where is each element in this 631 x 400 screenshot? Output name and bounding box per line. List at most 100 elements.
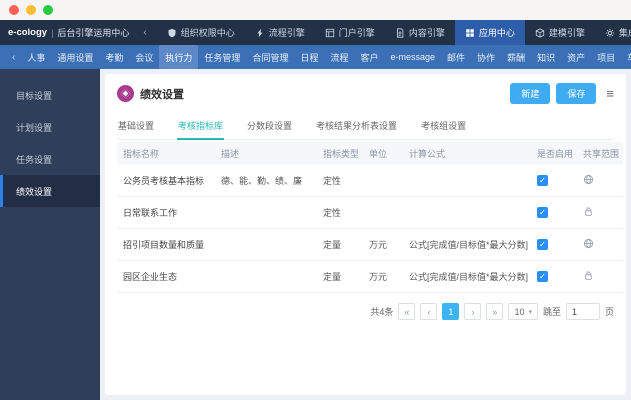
- module-nav-item[interactable]: 薪酬: [501, 45, 531, 69]
- top-nav-item-label: 组织权限中心: [180, 28, 235, 38]
- module-nav-item[interactable]: 会议: [129, 45, 159, 69]
- column-header: 描述: [215, 142, 317, 165]
- jump-page-input[interactable]: 1: [565, 303, 600, 320]
- column-header: 共享范围: [577, 142, 623, 165]
- sidebar-item[interactable]: 任务设置: [0, 143, 100, 175]
- enabled-checkbox[interactable]: ✓: [537, 175, 548, 186]
- save-button[interactable]: 保存: [556, 83, 597, 104]
- table-body: 公务员考核基本指标 德、能、勤、绩、廉 定性 ✓ 日常联系工作 定性 ✓ 招引项目数量和质量定…: [117, 165, 623, 293]
- prev-page-button[interactable]: ‹: [420, 303, 438, 320]
- sidebar-item[interactable]: 计划设置: [0, 111, 100, 143]
- top-nav-item[interactable]: 内容引擎: [385, 20, 455, 45]
- module-nav-item[interactable]: 协作: [471, 45, 501, 69]
- table-row[interactable]: 公务员考核基本指标 德、能、勤、绩、廉 定性 ✓: [117, 165, 623, 197]
- app-title: 后台引擎运用中心: [57, 28, 130, 38]
- list-menu-icon[interactable]: ≡: [606, 87, 614, 100]
- column-header: 是否启用: [531, 142, 577, 165]
- tabs: 基础设置 考核指标库 分数段设置 考核结果分析表设置 考核组设置: [117, 114, 614, 140]
- top-nav-item[interactable]: 应用中心: [454, 20, 525, 45]
- module-nav: ‹ 人事 通用设置 考勤 会议 执行力 任务管理 合同管理 日程 流程 客户 e-message 邮件…: [0, 45, 631, 69]
- module-nav-back-icon[interactable]: ‹: [6, 52, 21, 63]
- minimize-window-button[interactable]: [26, 5, 36, 15]
- next-page-button[interactable]: ›: [464, 303, 482, 320]
- page-1-button[interactable]: 1: [442, 303, 460, 320]
- indicator-name: 公务员考核基本指标: [117, 165, 215, 197]
- module-nav-item[interactable]: 人事: [21, 45, 51, 69]
- tab[interactable]: 考核组设置: [420, 114, 467, 139]
- module-nav-item[interactable]: 知识: [531, 45, 561, 69]
- tab[interactable]: 考核指标库: [177, 114, 225, 140]
- module-nav-item[interactable]: 客户: [354, 45, 384, 69]
- indicator-unit: [363, 196, 403, 229]
- tab[interactable]: 基础设置: [117, 114, 155, 139]
- tab[interactable]: 考核结果分析表设置: [315, 114, 398, 139]
- table-row[interactable]: 园区企业生态 定量 万元 公式[完成值/目标值*最大分数] ✓: [117, 260, 623, 293]
- top-nav-item[interactable]: 门户引擎: [315, 20, 385, 45]
- sidebar-item[interactable]: 目标设置: [0, 79, 100, 111]
- module-nav-item[interactable]: 资产: [561, 45, 591, 69]
- tab[interactable]: 分数段设置: [246, 114, 293, 139]
- indicator-name: 园区企业生态: [117, 260, 215, 293]
- close-window-button[interactable]: [9, 5, 19, 15]
- indicator-type: 定量: [317, 228, 363, 261]
- indicator-formula: 公式[完成值/目标值*最大分数]: [403, 228, 531, 261]
- enabled-checkbox[interactable]: ✓: [537, 207, 548, 218]
- content-card: 绩效设置 新建 保存 ≡ 基础设置 考核指标库 分数段设置 考核结果分析表设置 考核组设…: [105, 74, 626, 395]
- indicator-name: 招引项目数量和质量: [117, 228, 215, 261]
- lock-icon: [585, 207, 592, 216]
- column-header: 计算公式: [403, 142, 531, 165]
- module-nav-item[interactable]: 合同管理: [246, 45, 294, 69]
- indicator-formula: [403, 196, 531, 229]
- last-page-button[interactable]: »: [486, 303, 504, 320]
- module-nav-item[interactable]: 通用设置: [51, 45, 99, 69]
- share-scope-cell: [577, 228, 623, 261]
- top-nav-item-label: 建模引擎: [548, 28, 585, 38]
- column-header: 指标类型: [317, 142, 363, 165]
- cube-icon: [535, 27, 545, 38]
- enabled-cell: ✓: [531, 260, 577, 293]
- enabled-cell: ✓: [531, 196, 577, 229]
- indicator-name: 日常联系工作: [117, 196, 215, 229]
- nav-back-icon[interactable]: ‹: [143, 27, 146, 38]
- top-nav-item-label: 门户引擎: [338, 28, 375, 38]
- module-nav-item[interactable]: 车辆: [621, 45, 631, 69]
- globe-icon: [583, 238, 594, 249]
- new-button[interactable]: 新建: [510, 83, 551, 104]
- page-size-select[interactable]: 10 ▾: [508, 303, 538, 320]
- shield-icon: [168, 28, 176, 37]
- top-nav-item[interactable]: 组织权限中心: [157, 20, 245, 45]
- module-nav-item[interactable]: 项目: [591, 45, 621, 69]
- top-nav-items: 组织权限中心 流程引擎 门户引擎 内容引擎 应用中心 建模引擎集成›: [157, 20, 631, 45]
- enabled-checkbox[interactable]: ✓: [537, 271, 548, 282]
- indicator-table: 指标名称 描述 指标类型 单位 计算公式 是否启用 共享范围 公务员考核基本指标 德、能、勤、…: [117, 142, 623, 293]
- document-icon: [396, 27, 404, 38]
- first-page-button[interactable]: «: [398, 303, 416, 320]
- module-nav-item[interactable]: e-message: [385, 45, 442, 69]
- module-nav-item[interactable]: 执行力: [159, 45, 199, 69]
- top-nav-item[interactable]: 建模引擎: [525, 20, 595, 45]
- indicator-unit: [363, 165, 403, 197]
- indicator-type: 定量: [317, 260, 363, 293]
- top-nav-item[interactable]: 流程引擎: [245, 20, 315, 45]
- enabled-checkbox[interactable]: ✓: [537, 239, 548, 250]
- module-nav-items: 人事 通用设置 考勤 会议 执行力 任务管理 合同管理 日程 流程 客户 e-message 邮件 协作…: [21, 45, 631, 69]
- table-row[interactable]: 日常联系工作 定性 ✓: [117, 196, 623, 229]
- chevron-down-icon: ▾: [528, 308, 532, 316]
- module-nav-item[interactable]: 任务管理: [198, 45, 246, 69]
- table-row[interactable]: 招引项目数量和质量 定量 万元 公式[完成值/目标值*最大分数] ✓: [117, 228, 623, 261]
- module-nav-item[interactable]: 考勤: [99, 45, 129, 69]
- indicator-formula: [403, 165, 531, 197]
- window-titlebar: [0, 0, 631, 20]
- top-nav-item-label: 流程引擎: [268, 28, 305, 38]
- enabled-cell: ✓: [531, 165, 577, 197]
- module-nav-item[interactable]: 邮件: [441, 45, 471, 69]
- pagination: 共4条 « ‹ 1 › » 10 ▾ 跳至 1 页: [117, 303, 614, 320]
- main-area: 绩效设置 新建 保存 ≡ 基础设置 考核指标库 分数段设置 考核结果分析表设置 考核组设…: [100, 69, 631, 400]
- top-nav-item[interactable]: 集成›: [595, 20, 631, 45]
- indicator-formula: 公式[完成值/目标值*最大分数]: [403, 260, 531, 293]
- globe-icon: [583, 174, 594, 185]
- sidebar-item[interactable]: 绩效设置: [0, 175, 100, 207]
- module-nav-item[interactable]: 日程: [294, 45, 324, 69]
- module-nav-item[interactable]: 流程: [324, 45, 354, 69]
- zoom-window-button[interactable]: [43, 5, 53, 15]
